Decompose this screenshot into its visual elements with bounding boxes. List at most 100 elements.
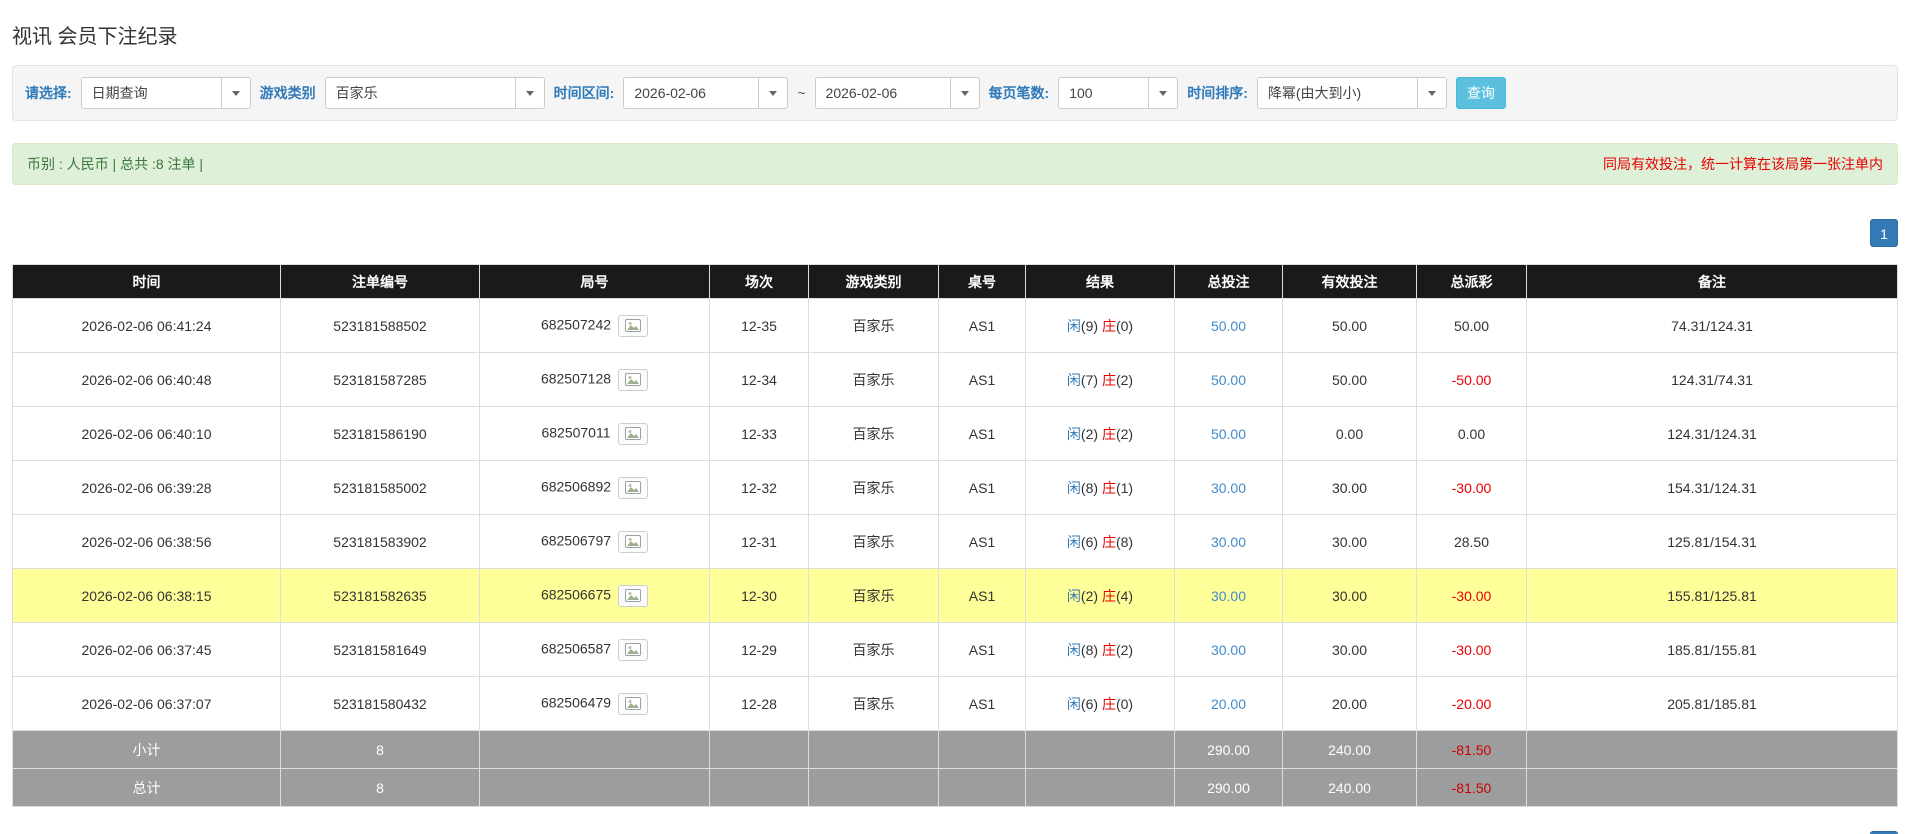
notice-text: 同局有效投注，统一计算在该局第一张注单内 — [1603, 156, 1883, 172]
page-size-input[interactable] — [1058, 77, 1149, 109]
cell-game-type: 百家乐 — [808, 352, 939, 407]
payout-value: -50.00 — [1451, 371, 1492, 388]
total-bet-link[interactable]: 30.00 — [1211, 642, 1246, 658]
result-banker-value: (1) — [1115, 479, 1134, 496]
summary-bar: 币别 : 人民币 | 总共 :8 注单 | 同局有效投注，统一计算在该局第一张注… — [12, 143, 1898, 185]
column-header: 总派彩 — [1416, 264, 1527, 299]
cell-session: 12-32 — [709, 460, 809, 515]
video-replay-button[interactable] — [618, 638, 649, 661]
sort-order-dropdown-button[interactable] — [1416, 77, 1447, 109]
result-player-value: (7) — [1080, 371, 1099, 388]
page-size-dropdown-button[interactable] — [1148, 77, 1179, 109]
total-bet-link[interactable]: 50.00 — [1211, 426, 1246, 442]
game-type-dropdown-button[interactable] — [514, 77, 545, 109]
select-type-combo — [80, 77, 251, 109]
cell-note: 124.31/74.31 — [1526, 352, 1898, 407]
cell-round-number: 682507242 — [479, 298, 710, 353]
footer-count: 8 — [280, 768, 480, 807]
video-replay-button[interactable] — [618, 368, 649, 391]
select-type-dropdown-button[interactable] — [220, 77, 251, 109]
cell-result: 闲(6) 庄(8) — [1025, 514, 1175, 569]
cell-note: 185.81/155.81 — [1526, 622, 1898, 677]
total-bet-link[interactable]: 30.00 — [1211, 480, 1246, 496]
cell-payout: -20.00 — [1416, 676, 1527, 731]
cell-valid-bet: 0.00 — [1282, 406, 1417, 461]
result-player-label: 闲 — [1066, 371, 1081, 388]
cell-game-type: 百家乐 — [808, 676, 939, 731]
total-bet-link[interactable]: 30.00 — [1211, 588, 1246, 604]
cell-total-bet: 30.00 — [1174, 460, 1283, 515]
date-from-combo — [623, 77, 789, 109]
game-type-input[interactable] — [324, 77, 515, 109]
cell-note: 154.31/124.31 — [1526, 460, 1898, 515]
cell-time: 2026-02-06 06:39:28 — [12, 460, 281, 515]
cell-game-type: 百家乐 — [808, 460, 939, 515]
table-row: 2026-02-06 06:40:10 523181586190 682507011… — [12, 406, 1898, 461]
date-from-dropdown-button[interactable] — [758, 77, 789, 109]
cell-payout: -30.00 — [1416, 622, 1527, 677]
date-to-dropdown-button[interactable] — [949, 77, 980, 109]
result-banker-label: 庄 — [1101, 695, 1116, 712]
select-type-label: 请选择: — [25, 85, 72, 101]
date-to-combo — [814, 77, 980, 109]
sort-order-input[interactable] — [1256, 77, 1417, 109]
cell-time: 2026-02-06 06:41:24 — [12, 298, 281, 353]
date-to-input[interactable] — [814, 77, 950, 109]
video-replay-button[interactable] — [618, 476, 649, 499]
cell-game-type: 百家乐 — [808, 622, 939, 677]
result-player-label: 闲 — [1066, 479, 1081, 496]
pagination-top: 1 — [12, 219, 1898, 247]
round-number: 682506675 — [540, 586, 612, 603]
video-replay-button[interactable] — [618, 584, 649, 607]
total-bet-link[interactable]: 30.00 — [1211, 534, 1246, 550]
round-number: 682507011 — [541, 424, 611, 441]
video-replay-button[interactable] — [618, 530, 649, 553]
video-replay-button[interactable] — [617, 422, 648, 445]
total-bet-link[interactable]: 50.00 — [1211, 318, 1246, 334]
column-header: 时间 — [12, 264, 281, 299]
page: 视讯 会员下注纪录 请选择: 游戏类别 时间区间: ~ 每页笔数: 时间排序: — [0, 0, 1910, 834]
table-row: 2026-02-06 06:38:15 523181582635 682506675… — [12, 568, 1898, 623]
result-player-value: (6) — [1080, 695, 1099, 712]
cell-payout: -30.00 — [1416, 568, 1527, 623]
page-size-label: 每页笔数: — [988, 85, 1050, 101]
cell-table-number: AS1 — [938, 406, 1026, 461]
result-banker-label: 庄 — [1101, 533, 1116, 550]
cell-table-number: AS1 — [938, 676, 1026, 731]
result-player-label: 闲 — [1066, 587, 1081, 604]
cell-session: 12-34 — [709, 352, 809, 407]
page-button-1[interactable]: 1 — [1870, 219, 1898, 247]
total-row: 总计 8 290.00 240.00 -81.50 — [12, 768, 1898, 807]
search-button[interactable]: 查询 — [1455, 77, 1506, 109]
total-bet-link[interactable]: 50.00 — [1211, 372, 1246, 388]
result-player-value: (2) — [1080, 587, 1099, 604]
cell-table-number: AS1 — [938, 460, 1026, 515]
column-header: 局号 — [479, 264, 710, 299]
video-icon — [625, 642, 642, 656]
cell-payout: -50.00 — [1416, 352, 1527, 407]
date-from-input[interactable] — [623, 77, 759, 109]
round-number: 682506587 — [540, 640, 612, 657]
cell-game-type: 百家乐 — [808, 568, 939, 623]
video-replay-button[interactable] — [618, 692, 649, 715]
cell-session: 12-30 — [709, 568, 809, 623]
video-icon — [625, 480, 642, 494]
cell-valid-bet: 50.00 — [1282, 352, 1417, 407]
cell-bet-number: 523181586190 — [280, 406, 480, 461]
page-title: 视讯 会员下注纪录 — [12, 26, 178, 48]
chevron-down-icon — [525, 90, 534, 96]
date-range-separator: ~ — [797, 85, 806, 101]
total-bet-link[interactable]: 20.00 — [1211, 696, 1246, 712]
video-replay-button[interactable] — [618, 314, 649, 337]
cell-round-number: 682506587 — [479, 622, 710, 677]
result-player-value: (6) — [1080, 533, 1099, 550]
select-type-input[interactable] — [80, 77, 221, 109]
result-banker-label: 庄 — [1101, 641, 1116, 658]
cell-time: 2026-02-06 06:40:10 — [12, 406, 281, 461]
cell-total-bet: 20.00 — [1174, 676, 1283, 731]
currency-summary-text: 币别 : 人民币 | 总共 :8 注单 | — [27, 156, 204, 172]
result-player-value: (8) — [1080, 479, 1099, 496]
cell-table-number: AS1 — [938, 352, 1026, 407]
video-icon — [625, 372, 642, 386]
round-number: 682506797 — [540, 532, 612, 549]
